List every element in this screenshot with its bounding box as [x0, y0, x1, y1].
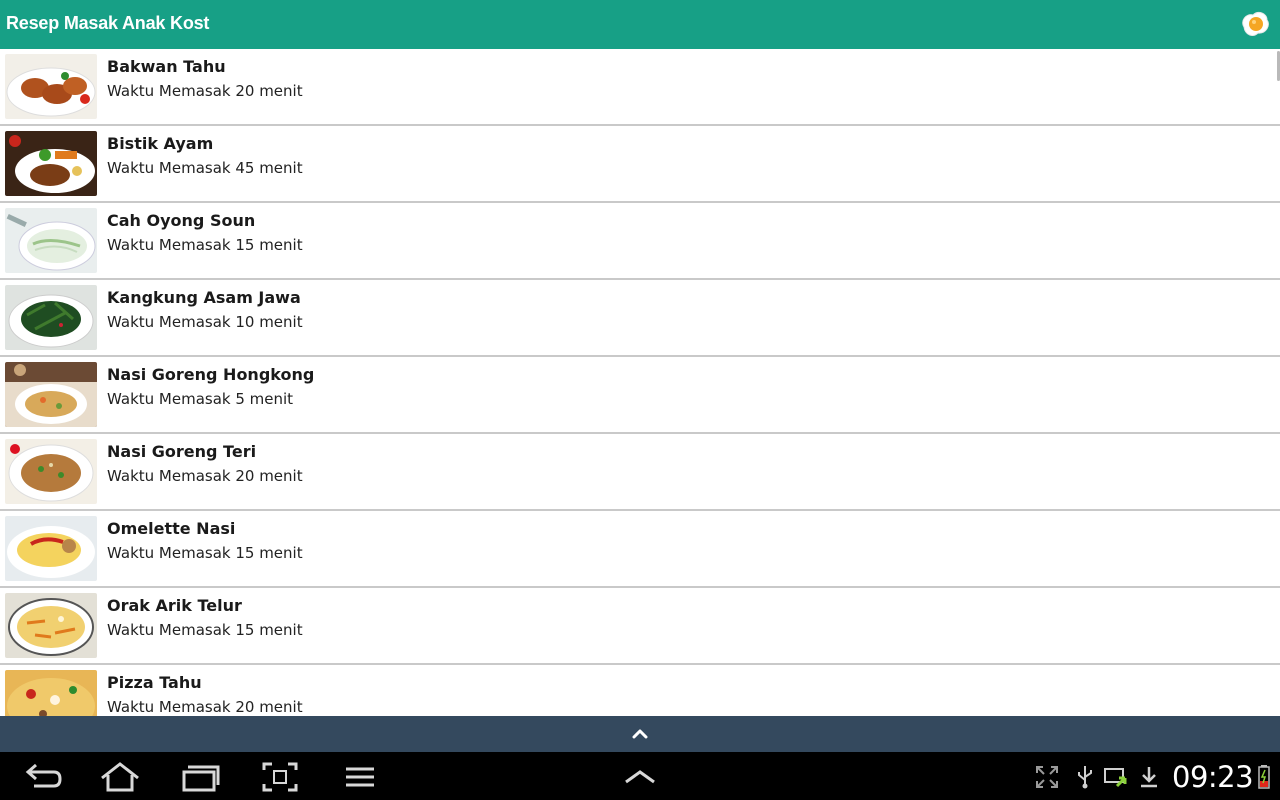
recipe-name: Pizza Tahu [107, 673, 202, 692]
recipe-name: Bistik Ayam [107, 134, 214, 153]
recipe-cooking-time: Waktu Memasak 5 menit [107, 390, 294, 408]
recipe-item-orak-arik-telur[interactable]: Orak Arik Telur Waktu Memasak 15 menit [0, 588, 1280, 665]
recipe-item-cah-oyong-soun[interactable]: Cah Oyong Soun Waktu Memasak 15 menit [0, 203, 1280, 280]
chevron-up-icon[interactable] [630, 724, 650, 744]
recipe-thumbnail [5, 670, 97, 716]
recipe-cooking-time: Waktu Memasak 20 menit [107, 82, 303, 100]
menu-icon[interactable] [338, 760, 382, 794]
back-icon[interactable] [20, 760, 64, 794]
recipe-cooking-time: Waktu Memasak 15 menit [107, 621, 303, 639]
usb-icon [1072, 764, 1098, 790]
recipe-list[interactable]: Bakwan Tahu Waktu Memasak 20 menit Bisti… [0, 49, 1280, 716]
recipe-item-nasi-goreng-hongkong[interactable]: Nasi Goreng Hongkong Waktu Memasak 5 men… [0, 357, 1280, 434]
fried-egg-icon[interactable] [1238, 7, 1272, 41]
battery-charging-icon [1256, 764, 1272, 790]
recipe-thumbnail [5, 593, 97, 658]
chevron-up-icon[interactable] [618, 760, 662, 794]
system-navigation-bar: 09:23 [0, 752, 1280, 800]
recipe-item-omelette-nasi[interactable]: Omelette Nasi Waktu Memasak 15 menit [0, 511, 1280, 588]
recipe-thumbnail [5, 54, 97, 119]
home-icon[interactable] [98, 760, 142, 794]
recipe-cooking-time: Waktu Memasak 15 menit [107, 544, 303, 562]
recipe-name: Cah Oyong Soun [107, 211, 256, 230]
recipe-thumbnail [5, 285, 97, 350]
app-bar: Resep Masak Anak Kost [0, 0, 1280, 49]
recipe-name: Orak Arik Telur [107, 596, 242, 615]
screen-mirror-icon [1103, 764, 1129, 790]
recipe-thumbnail [5, 208, 97, 273]
recipe-cooking-time: Waktu Memasak 20 menit [107, 467, 303, 485]
recipe-thumbnail [5, 516, 97, 581]
recipe-item-bistik-ayam[interactable]: Bistik Ayam Waktu Memasak 45 menit [0, 126, 1280, 203]
app-title: Resep Masak Anak Kost [6, 13, 210, 33]
recipe-cooking-time: Waktu Memasak 45 menit [107, 159, 303, 177]
download-icon [1136, 764, 1162, 790]
bottom-drawer-handle[interactable] [0, 716, 1280, 752]
recipe-item-pizza-tahu[interactable]: Pizza Tahu Waktu Memasak 20 menit [0, 665, 1280, 716]
recipe-name: Nasi Goreng Teri [107, 442, 257, 461]
recipe-thumbnail [5, 131, 97, 196]
recipe-cooking-time: Waktu Memasak 10 menit [107, 313, 303, 331]
recipe-item-kangkung-asam-jawa[interactable]: Kangkung Asam Jawa Waktu Memasak 10 meni… [0, 280, 1280, 357]
fullscreen-icon [1034, 764, 1060, 790]
clock: 09:23 [1172, 760, 1254, 794]
recipe-name: Bakwan Tahu [107, 57, 226, 76]
recipe-item-nasi-goreng-teri[interactable]: Nasi Goreng Teri Waktu Memasak 20 menit [0, 434, 1280, 511]
recipe-thumbnail [5, 362, 97, 427]
recipe-thumbnail [5, 439, 97, 504]
recipe-name: Nasi Goreng Hongkong [107, 365, 315, 384]
recipe-name: Kangkung Asam Jawa [107, 288, 301, 307]
recent-apps-icon[interactable] [178, 760, 222, 794]
recipe-item-bakwan-tahu[interactable]: Bakwan Tahu Waktu Memasak 20 menit [0, 49, 1280, 126]
recipe-name: Omelette Nasi [107, 519, 236, 538]
recipe-cooking-time: Waktu Memasak 15 menit [107, 236, 303, 254]
recipe-cooking-time: Waktu Memasak 20 menit [107, 698, 303, 716]
screenshot-icon[interactable] [258, 760, 302, 794]
